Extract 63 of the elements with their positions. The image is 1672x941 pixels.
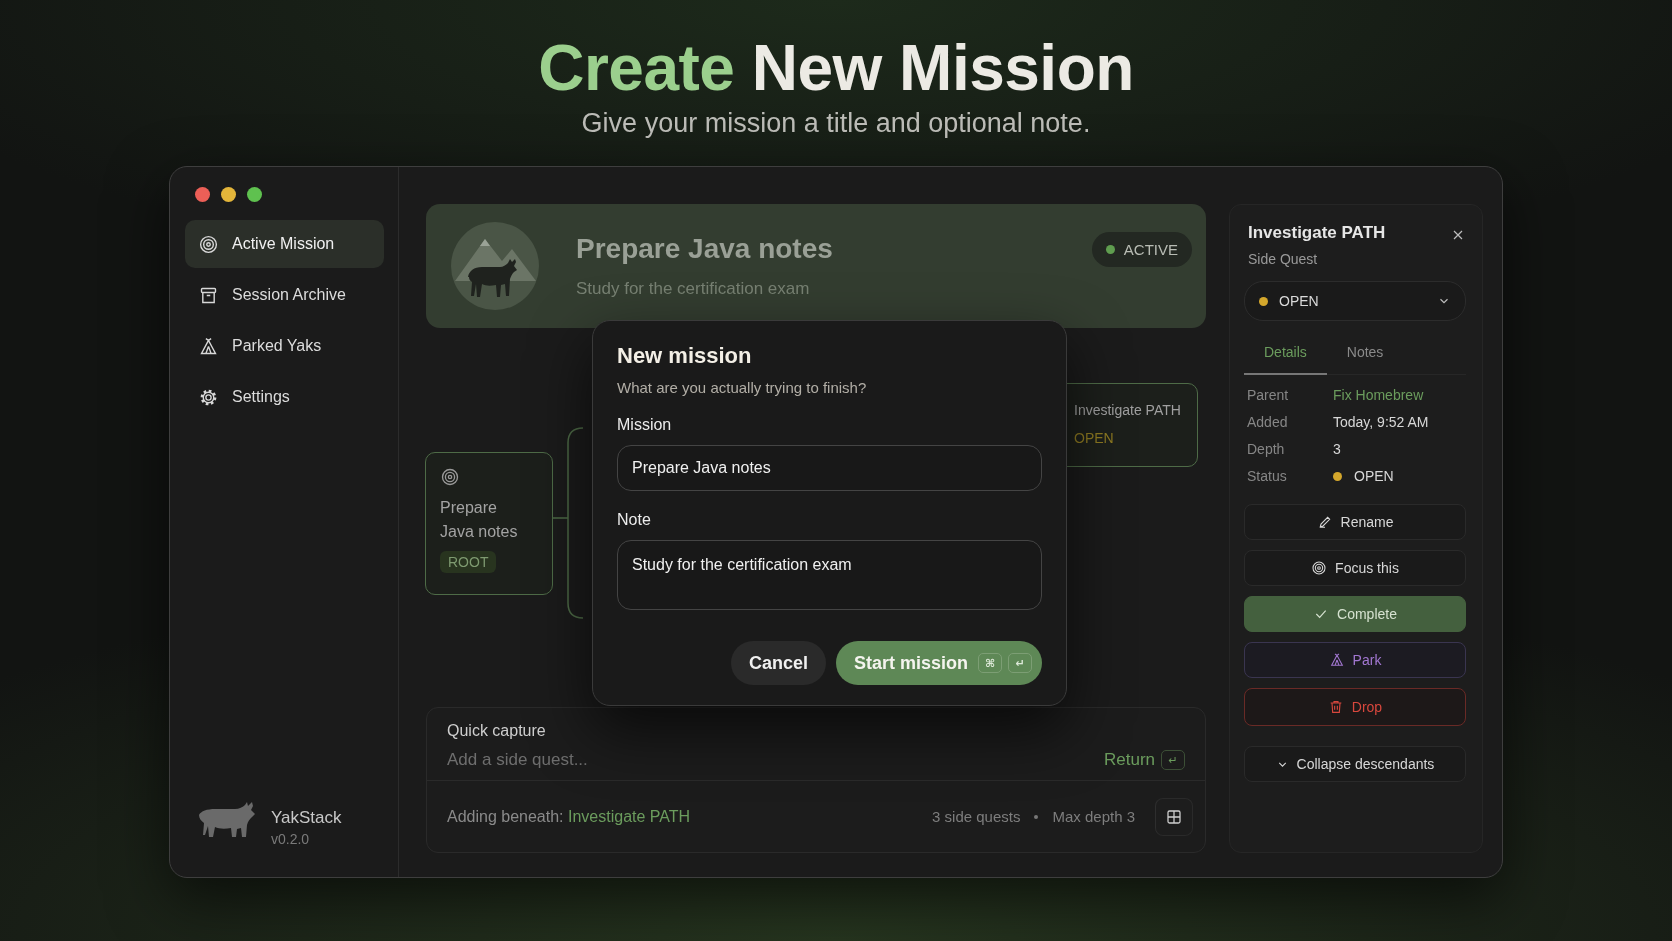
dialog-subtitle: What are you actually trying to finish? [617, 379, 868, 396]
target-icon [198, 233, 219, 255]
pencil-icon [1316, 514, 1333, 530]
node-status: OPEN [1074, 430, 1115, 446]
target-icon [440, 467, 460, 487]
mission-subtitle: Study for the certification exam [576, 279, 811, 299]
close-window-dot[interactable] [195, 187, 210, 202]
node-title: Investigate PATH [1074, 402, 1182, 418]
parent-link[interactable]: Fix Homebrew [1333, 387, 1424, 403]
target-icon [1311, 560, 1328, 576]
tent-icon [1328, 652, 1345, 668]
field-label: Status [1247, 468, 1288, 484]
side-quest-field[interactable]: Add a side quest... [447, 750, 1104, 770]
layout-button[interactable] [1155, 797, 1193, 836]
root-node[interactable]: Prepare Java notes ROOT [425, 452, 553, 595]
app-name: YakStack [271, 807, 342, 828]
collapse-button[interactable]: Collapse descendants [1244, 746, 1466, 782]
park-button[interactable]: Park [1244, 642, 1466, 678]
note-field[interactable]: Study for the certification exam [617, 540, 1042, 610]
mission-title: Prepare Java notes [576, 233, 834, 265]
tent-icon [198, 335, 219, 357]
stat-label: Max depth 3 [1052, 808, 1135, 825]
mission-field[interactable]: Prepare Java notes [617, 445, 1042, 491]
field-label: Note [617, 511, 652, 529]
grid-icon [1165, 807, 1183, 826]
cancel-button[interactable]: Cancel [730, 641, 826, 685]
status-dot [1259, 296, 1268, 306]
field-value: Today, 9:52 AM [1333, 414, 1429, 430]
rename-button[interactable]: Rename [1244, 504, 1466, 540]
sidebar-item[interactable]: Settings [185, 373, 384, 421]
panel-tab[interactable]: Notes [1326, 331, 1404, 375]
root-badge: ROOT [440, 551, 497, 573]
context-text: Adding beneath: Investigate PATH [447, 807, 691, 826]
complete-button[interactable]: Complete [1244, 596, 1466, 632]
panel-subtitle: Side Quest [1248, 251, 1319, 267]
field-label: Depth [1247, 441, 1286, 457]
field-value: 3 [1333, 441, 1341, 457]
page-title: Create New Mission [538, 32, 1134, 104]
drop-button[interactable]: Drop [1244, 688, 1466, 726]
status-value: OPEN [1333, 468, 1394, 484]
start-mission-button[interactable]: Start mission ⌘ ↵ [835, 641, 1042, 685]
status-dot [1333, 471, 1342, 481]
return-button[interactable]: Return ↵ [1103, 750, 1185, 770]
minimize-window-dot[interactable] [221, 187, 236, 202]
page-subtitle: Give your mission a title and optional note. [580, 108, 1092, 139]
field-label: Added [1247, 414, 1289, 430]
field-label: Parent [1247, 387, 1290, 403]
focus-button[interactable]: Focus this [1244, 550, 1466, 586]
panel-title: Investigate PATH [1248, 223, 1386, 243]
stat-label: 3 side quests [932, 808, 1021, 825]
sidebar-item[interactable]: Session Archive [185, 271, 384, 319]
status-dropdown[interactable]: OPEN [1244, 281, 1466, 321]
sidebar-item[interactable]: Parked Yaks [185, 322, 384, 370]
version-label: v0.2.0 [271, 830, 311, 847]
zoom-window-dot[interactable] [247, 187, 262, 202]
context-link[interactable]: Investigate PATH [568, 807, 691, 825]
status-badge: ACTIVE [1091, 232, 1192, 267]
node-title: Prepare Java notes [440, 498, 519, 542]
panel-tab[interactable]: Details [1244, 331, 1327, 375]
sidebar-item[interactable]: Active Mission [185, 220, 384, 268]
dialog-title: New mission [617, 343, 753, 369]
quick-capture-title: Quick capture [447, 722, 547, 740]
field-label: Mission [617, 416, 673, 434]
